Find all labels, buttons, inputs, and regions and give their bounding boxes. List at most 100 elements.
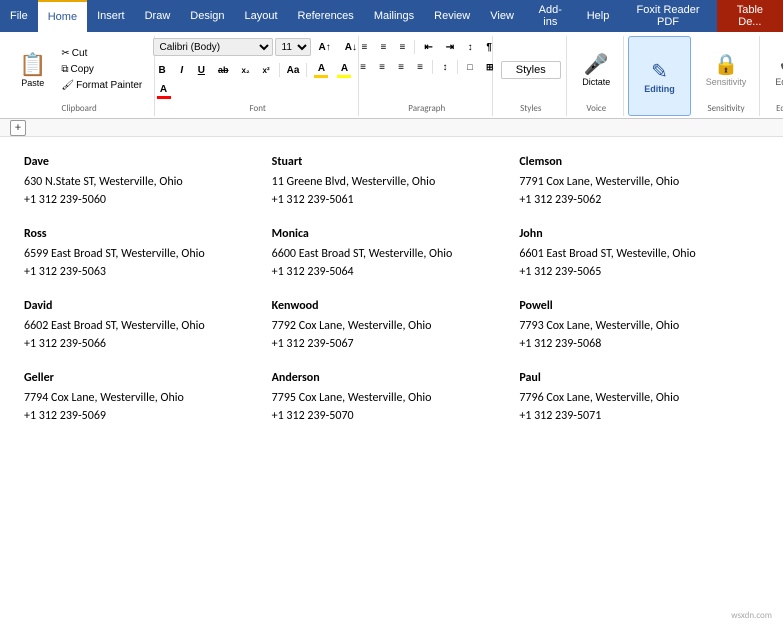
group-styles: Styles Styles [497, 36, 567, 116]
contact-address: 6602 East Broad ST, Westerville, Ohio [24, 319, 256, 333]
contact-cell: Geller 7794 Cox Lane, Westerville, Ohio … [20, 363, 268, 435]
editor-group-label: Editor [776, 103, 783, 114]
increase-font-button[interactable]: A↑ [313, 38, 337, 56]
tab-design[interactable]: Design [180, 0, 234, 32]
contact-address: 11 Greene Blvd, Westerville, Ohio [272, 175, 504, 189]
tab-draw[interactable]: Draw [135, 0, 181, 32]
bold-button[interactable]: B [153, 61, 172, 79]
format-painter-button[interactable]: 🖌 Format Painter [57, 78, 146, 93]
font-color-button[interactable]: A [310, 60, 332, 80]
contact-address: 7792 Cox Lane, Westerville, Ohio [272, 319, 504, 333]
styles-content: Styles [501, 38, 561, 101]
editor-button[interactable]: ✔ Editor [768, 49, 783, 90]
line-spacing-button[interactable]: ↕ [436, 58, 454, 76]
contact-name: Geller [24, 371, 256, 385]
group-paragraph: ≡ ≡ ≡ ⇤ ⇥ ↕ ¶ ≡ ≡ ≡ ≡ ↕ □ [363, 36, 493, 116]
contact-grid: Dave 630 N.State ST, Westerville, Ohio +… [20, 147, 763, 435]
contact-address: 7796 Cox Lane, Westerville, Ohio [519, 391, 751, 405]
tab-mailings[interactable]: Mailings [364, 0, 424, 32]
tab-layout[interactable]: Layout [235, 0, 288, 32]
sensitivity-group-label: Sensitivity [707, 103, 744, 114]
styles-gallery-button[interactable]: Styles [501, 61, 561, 79]
dictate-button[interactable]: 🎤 Dictate [575, 49, 617, 90]
italic-button[interactable]: I [173, 61, 191, 79]
add-row-button[interactable]: + [10, 120, 26, 136]
divider-3 [414, 40, 415, 54]
paste-button[interactable]: 📋 Paste [10, 38, 55, 101]
clear-format-button[interactable]: Aa [283, 60, 304, 80]
editor-content: ✔ Editor [768, 38, 783, 101]
font-size-select[interactable]: 11 [275, 38, 311, 56]
text-color-button[interactable]: A [153, 81, 175, 101]
strikethrough-button[interactable]: ab [212, 61, 235, 79]
font-color-letter: A [318, 63, 325, 74]
contact-phone: +1 312 239-5062 [519, 193, 751, 207]
align-right-button[interactable]: ≡ [392, 58, 410, 76]
group-sensitivity: 🔒 Sensitivity Sensitivity [695, 36, 761, 116]
para-row-1: ≡ ≡ ≡ ⇤ ⇥ ↕ ¶ [355, 38, 498, 56]
group-clipboard: 📋 Paste ✂ Cut ⧉ Copy 🖌 Format Painter [6, 36, 155, 116]
copy-button[interactable]: ⧉ Copy [57, 62, 146, 77]
highlight-color-button[interactable]: A [333, 60, 355, 80]
highlight-letter: A [341, 63, 348, 74]
justify-button[interactable]: ≡ [411, 58, 429, 76]
contact-phone: +1 312 239-5066 [24, 337, 256, 351]
contact-address: 6599 East Broad ST, Westerville, Ohio [24, 247, 256, 261]
increase-indent-button[interactable]: ⇥ [440, 38, 460, 56]
tab-review[interactable]: Review [424, 0, 480, 32]
contact-cell: Dave 630 N.State ST, Westerville, Ohio +… [20, 147, 268, 219]
tab-home[interactable]: Home [38, 0, 87, 32]
add-icon: + [15, 121, 21, 135]
subscript-button[interactable]: x₂ [236, 61, 256, 79]
superscript-button[interactable]: x² [257, 61, 276, 79]
cut-button[interactable]: ✂ Cut [57, 46, 146, 61]
align-center-button[interactable]: ≡ [373, 58, 391, 76]
cut-icon: ✂ [61, 48, 69, 59]
contact-phone: +1 312 239-5065 [519, 265, 751, 279]
cut-label: Cut [72, 48, 88, 59]
clipboard-sub-buttons: ✂ Cut ⧉ Copy 🖌 Format Painter [55, 38, 148, 101]
contact-name: John [519, 227, 751, 241]
contact-phone: +1 312 239-5061 [272, 193, 504, 207]
show-paragraph-button[interactable]: ¶ [480, 38, 498, 56]
multilevel-button[interactable]: ≡ [393, 38, 411, 56]
contact-cell: Stuart 11 Greene Blvd, Westerville, Ohio… [268, 147, 516, 219]
font-family-select[interactable]: Calibri (Body) [153, 38, 273, 56]
styles-gallery-label: Styles [516, 64, 546, 76]
align-left-button[interactable]: ≡ [354, 58, 372, 76]
text-color-bar [157, 96, 171, 99]
tab-file[interactable]: File [0, 0, 38, 32]
editing-button[interactable]: ✎ Editing [637, 56, 682, 97]
contact-cell: Powell 7793 Cox Lane, Westerville, Ohio … [515, 291, 763, 363]
ribbon-body: 📋 Paste ✂ Cut ⧉ Copy 🖌 Format Painter [0, 32, 783, 119]
contact-cell: Kenwood 7792 Cox Lane, Westerville, Ohio… [268, 291, 516, 363]
tab-table-design[interactable]: Table De... [717, 0, 783, 32]
contact-phone: +1 312 239-5063 [24, 265, 256, 279]
decrease-indent-button[interactable]: ⇤ [418, 38, 438, 56]
tab-insert[interactable]: Insert [87, 0, 135, 32]
tab-foxit[interactable]: Foxit Reader PDF [619, 0, 716, 32]
underline-button[interactable]: U [192, 61, 211, 79]
contact-address: 630 N.State ST, Westerville, Ohio [24, 175, 256, 189]
contact-name: Monica [272, 227, 504, 241]
numbering-button[interactable]: ≡ [374, 38, 392, 56]
ribbon: File Home Insert Draw Design Layout Refe… [0, 0, 783, 119]
font-content: Calibri (Body) 11 A↑ A↓ B I U ab x₂ x² [153, 38, 363, 101]
tab-addins[interactable]: Add-ins [524, 0, 577, 32]
divider-1 [279, 63, 280, 77]
sensitivity-button[interactable]: 🔒 Sensitivity [699, 49, 754, 90]
shading-button[interactable]: □ [461, 58, 479, 76]
tab-help[interactable]: Help [577, 0, 620, 32]
paragraph-group-label: Paragraph [408, 103, 445, 114]
clipboard-group-label: Clipboard [62, 103, 97, 114]
contact-name: Stuart [272, 155, 504, 169]
divider-4 [432, 60, 433, 74]
tab-view[interactable]: View [480, 0, 524, 32]
group-editor: ✔ Editor Editor [764, 36, 783, 116]
sort-button[interactable]: ↕ [461, 38, 479, 56]
format-painter-label: Format Painter [76, 80, 142, 91]
bullets-button[interactable]: ≡ [355, 38, 373, 56]
tab-references[interactable]: References [288, 0, 364, 32]
contact-cell: Anderson 7795 Cox Lane, Westerville, Ohi… [268, 363, 516, 435]
copy-icon: ⧉ [61, 64, 68, 75]
